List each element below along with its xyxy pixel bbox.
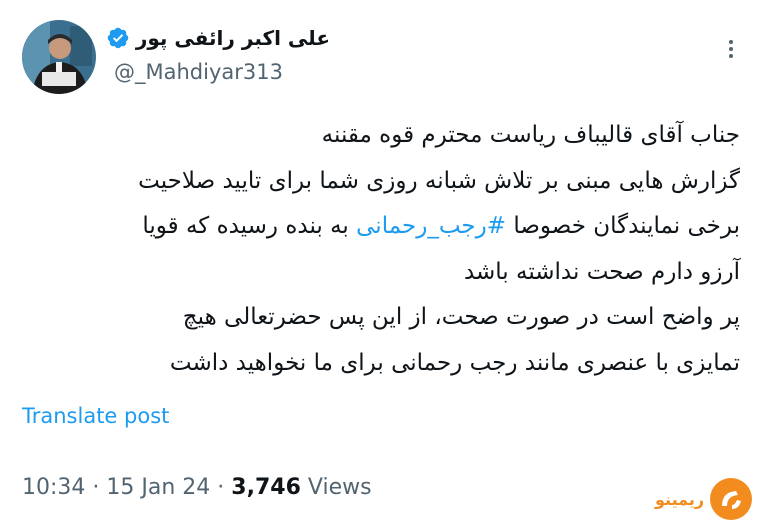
post-time[interactable]: 10:34	[22, 475, 85, 500]
more-dot	[729, 40, 733, 44]
meta-separator: ·	[217, 475, 225, 500]
translate-post-link[interactable]: Translate post	[22, 404, 169, 428]
avatar[interactable]	[22, 20, 96, 94]
hashtag-link[interactable]: #رجب_رحمانی	[356, 213, 506, 239]
post-line: گزارش هایی مبنی بر تلاش شبانه روزی شما ب…	[138, 167, 740, 194]
post-line-text: برخی نمایندگان خصوصا	[506, 213, 740, 239]
more-dot	[729, 54, 733, 58]
post-meta: 10:34 · 15 Jan 24 · 3,746 Views	[22, 475, 372, 500]
meta-separator: ·	[92, 475, 100, 500]
post-date[interactable]: 15 Jan 24	[106, 475, 210, 500]
post-line: تمایزی با عنصری مانند رجب رحمانی برای ما…	[169, 349, 740, 376]
post-body: جناب آقای قالیباف ریاست محترم قوه مقننه …	[20, 113, 740, 386]
watermark-text: ریمینو	[655, 489, 705, 509]
post-line: آرزو دارم صحت نداشته باشد	[463, 258, 740, 285]
post-line: جناب آقای قالیباف ریاست محترم قوه مقننه	[321, 122, 740, 148]
verified-badge-icon	[107, 27, 129, 49]
avatar-image	[22, 20, 96, 94]
views-count: 3,746	[231, 475, 301, 500]
views-label: Views	[307, 475, 372, 500]
watermark: ریمینو	[655, 476, 754, 522]
post-line: پر واضح است در صورت صحت، از این پس حضرتع…	[182, 304, 740, 330]
author-name-row[interactable]: علی اکبر رائفی پور	[106, 26, 330, 50]
post-line: برخی نمایندگان خصوصا #رجب_رحمانی به بنده…	[20, 204, 740, 250]
watermark-logo-icon	[710, 478, 753, 520]
post-line-text: به بنده رسیده که قویا	[142, 213, 357, 239]
more-options-button[interactable]	[718, 36, 744, 62]
author-handle[interactable]: @_Mahdiyar313	[114, 60, 283, 84]
author-name[interactable]: علی اکبر رائفی پور	[136, 26, 330, 50]
more-dot	[729, 47, 733, 51]
